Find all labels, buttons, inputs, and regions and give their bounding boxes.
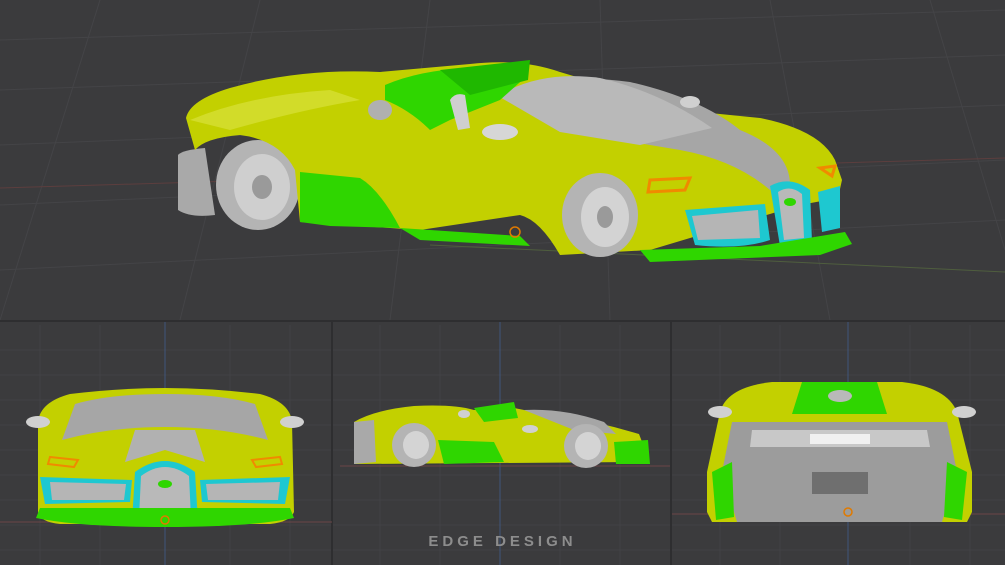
front-view[interactable] [0, 322, 332, 565]
viewport-canvas[interactable]: EDGE DESIGN [0, 0, 1005, 565]
perspective-view[interactable] [0, 0, 1005, 320]
side-view[interactable] [334, 322, 670, 565]
watermark-text: EDGE DESIGN [428, 533, 577, 550]
rear-view[interactable] [672, 322, 1005, 565]
car-side-model [354, 402, 650, 468]
car-front-model [26, 388, 304, 527]
car-rear-model [707, 382, 976, 522]
car-perspective-model [178, 60, 852, 262]
